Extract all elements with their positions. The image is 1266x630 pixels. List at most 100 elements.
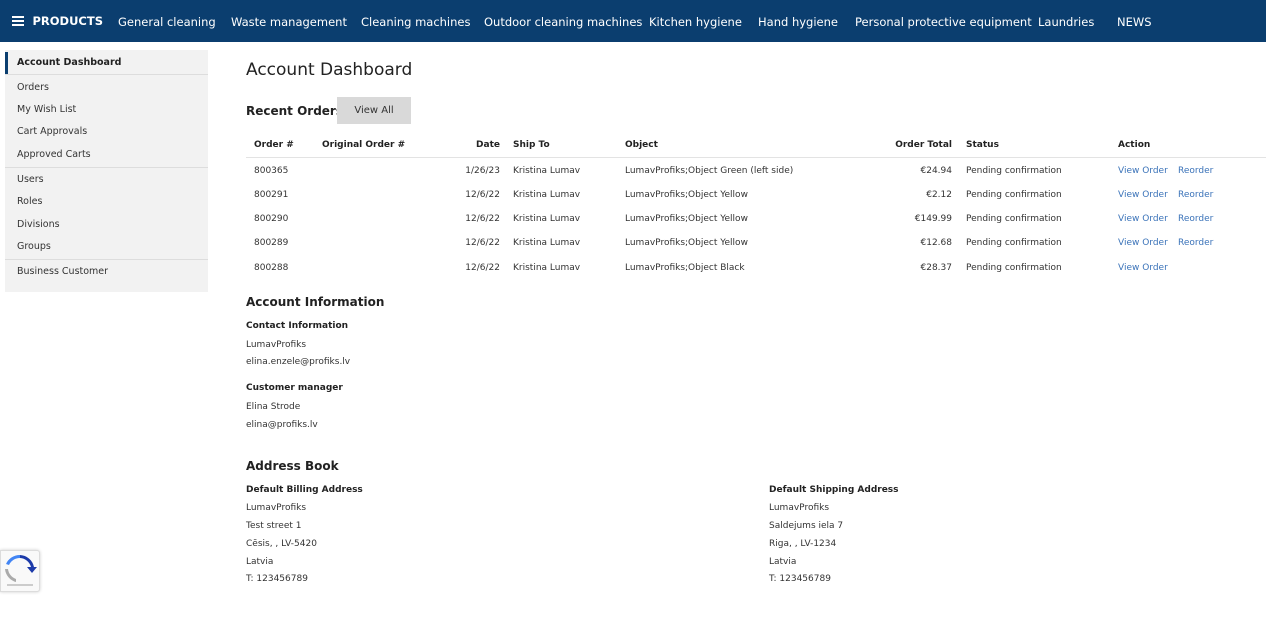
view-order-link[interactable]: View Order: [1118, 214, 1168, 224]
billing-address-title: Default Billing Address: [246, 485, 363, 495]
column-header-object: Object: [625, 140, 658, 150]
recaptcha-badge[interactable]: [0, 550, 40, 592]
order-total: €12.68: [920, 238, 953, 248]
order-number: 800288: [254, 263, 289, 273]
sidebar-item-roles[interactable]: Roles: [17, 196, 42, 207]
phone-number[interactable]: 123456789: [779, 574, 831, 584]
hamburger-icon: [12, 16, 25, 26]
sidebar-item-groups[interactable]: Groups: [17, 241, 51, 252]
customer-manager-title: Customer manager: [246, 383, 343, 393]
order-ship-to: Kristina Lumav: [513, 263, 581, 273]
table-header-divider: [246, 157, 1266, 158]
top-navigation: PRODUCTS General cleaning Waste manageme…: [0, 0, 1266, 42]
billing-name: LumavProfiks: [246, 503, 307, 513]
sidebar-item-users[interactable]: Users: [17, 174, 44, 185]
order-status: Pending confirmation: [966, 263, 1062, 273]
order-date: 12/6/22: [465, 190, 500, 200]
billing-city: Cēsis, , LV-5420: [246, 539, 317, 549]
shipping-name: LumavProfiks: [769, 503, 830, 513]
order-number: 800289: [254, 238, 289, 248]
view-order-link[interactable]: View Order: [1118, 238, 1168, 248]
sidebar-item-approved-carts[interactable]: Approved Carts: [17, 149, 91, 160]
order-status: Pending confirmation: [966, 238, 1062, 248]
sidebar-item-orders[interactable]: Orders: [17, 82, 49, 93]
order-total: €149.99: [914, 214, 952, 224]
recent-orders-title: Recent Orders: [246, 104, 343, 118]
account-sidebar: Account Dashboard Orders My Wish List Ca…: [5, 50, 208, 292]
nav-item-laundries[interactable]: Laundries: [1038, 15, 1094, 29]
phone-prefix: T:: [769, 574, 780, 584]
shipping-phone[interactable]: T: 123456789: [769, 574, 831, 584]
column-header-ship-to: Ship To: [513, 140, 550, 150]
shipping-address-title: Default Shipping Address: [769, 485, 899, 495]
order-number: 800290: [254, 214, 289, 224]
nav-item-news[interactable]: NEWS: [1117, 15, 1152, 29]
order-ship-to: Kristina Lumav: [513, 166, 581, 176]
order-status: Pending confirmation: [966, 166, 1062, 176]
nav-item-general-cleaning[interactable]: General cleaning: [118, 15, 216, 29]
order-object: LumavProfiks;Object Green (left side): [625, 166, 794, 176]
order-status: Pending confirmation: [966, 214, 1062, 224]
order-object: LumavProfiks;Object Black: [625, 263, 745, 273]
billing-country: Latvia: [246, 557, 274, 567]
column-header-original-order: Original Order #: [322, 140, 406, 150]
manager-name: Elina Strode: [246, 402, 301, 412]
products-label: PRODUCTS: [32, 14, 103, 28]
order-object: LumavProfiks;Object Yellow: [625, 238, 748, 248]
sidebar-divider: [5, 259, 208, 260]
order-date: 12/6/22: [465, 238, 500, 248]
shipping-street: Saldejums iela 7: [769, 521, 844, 531]
sidebar-item-wish-list[interactable]: My Wish List: [17, 104, 76, 115]
nav-item-waste-management[interactable]: Waste management: [231, 15, 347, 29]
nav-item-hand-hygiene[interactable]: Hand hygiene: [758, 15, 838, 29]
sidebar-item-account-dashboard[interactable]: Account Dashboard: [5, 52, 208, 74]
nav-item-personal-protective-equipment[interactable]: Personal protective equipment: [855, 15, 1032, 29]
nav-item-outdoor-cleaning-machines[interactable]: Outdoor cleaning machines: [484, 15, 642, 29]
phone-prefix: T:: [246, 574, 257, 584]
order-total: €24.94: [920, 166, 953, 176]
nav-item-kitchen-hygiene[interactable]: Kitchen hygiene: [649, 15, 742, 29]
order-object: LumavProfiks;Object Yellow: [625, 190, 748, 200]
shipping-country: Latvia: [769, 557, 797, 567]
column-header-status: Status: [966, 140, 999, 150]
account-information-title: Account Information: [246, 295, 385, 309]
shipping-city: Riga, , LV-1234: [769, 539, 837, 549]
order-date: 12/6/22: [465, 263, 500, 273]
order-object: LumavProfiks;Object Yellow: [625, 214, 748, 224]
view-order-link[interactable]: View Order: [1118, 263, 1168, 273]
sidebar-divider: [5, 167, 208, 168]
order-date: 1/26/23: [465, 166, 500, 176]
reorder-link[interactable]: Reorder: [1178, 190, 1213, 200]
products-menu-button[interactable]: PRODUCTS: [0, 0, 103, 42]
contact-email: elina.enzele@profiks.lv: [246, 357, 351, 367]
order-total: €2.12: [926, 190, 952, 200]
sidebar-item-divisions[interactable]: Divisions: [17, 219, 60, 230]
reorder-link[interactable]: Reorder: [1178, 166, 1213, 176]
reorder-link[interactable]: Reorder: [1178, 214, 1213, 224]
order-ship-to: Kristina Lumav: [513, 190, 581, 200]
order-total: €28.37: [920, 263, 953, 273]
view-order-link[interactable]: View Order: [1118, 166, 1168, 176]
sidebar-item-cart-approvals[interactable]: Cart Approvals: [17, 126, 87, 137]
contact-information-title: Contact Information: [246, 321, 349, 331]
sidebar-divider: [5, 74, 208, 75]
order-ship-to: Kristina Lumav: [513, 214, 581, 224]
view-order-link[interactable]: View Order: [1118, 190, 1168, 200]
sidebar-item-label: Account Dashboard: [17, 57, 122, 68]
sidebar-item-business-customer[interactable]: Business Customer: [17, 266, 108, 277]
address-book-title: Address Book: [246, 459, 339, 473]
order-number: 800291: [254, 190, 289, 200]
phone-number[interactable]: 123456789: [256, 574, 308, 584]
view-all-button[interactable]: View All: [337, 97, 411, 124]
billing-street: Test street 1: [246, 521, 302, 531]
column-header-order: Order #: [254, 140, 294, 150]
column-header-action: Action: [1118, 140, 1151, 150]
nav-item-cleaning-machines[interactable]: Cleaning machines: [361, 15, 471, 29]
page-title: Account Dashboard: [246, 60, 413, 80]
billing-phone[interactable]: T: 123456789: [246, 574, 308, 584]
manager-email: elina@profiks.lv: [246, 420, 318, 430]
contact-name: LumavProfiks: [246, 340, 307, 350]
order-date: 12/6/22: [465, 214, 500, 224]
reorder-link[interactable]: Reorder: [1178, 238, 1213, 248]
order-status: Pending confirmation: [966, 190, 1062, 200]
